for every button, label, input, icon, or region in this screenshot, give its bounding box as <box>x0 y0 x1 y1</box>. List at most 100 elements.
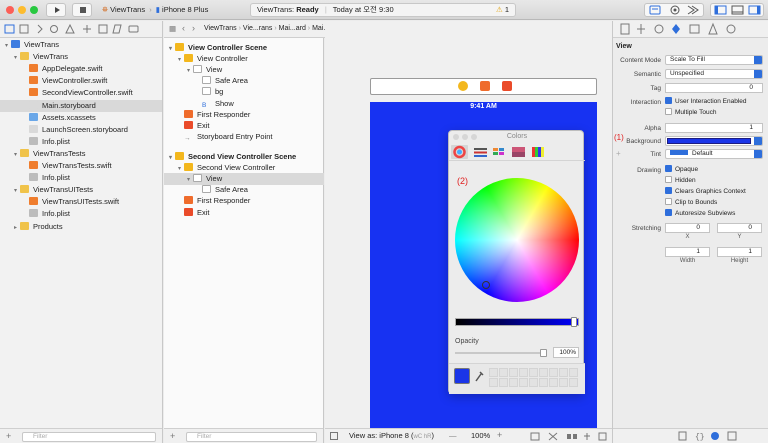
outline-item[interactable]: → Storyboard Entry Point <box>164 131 324 143</box>
zoom-out-button[interactable]: — <box>449 431 457 440</box>
swatch-slot[interactable] <box>539 378 548 387</box>
navigator-item[interactable]: ViewController.swift <box>0 75 162 87</box>
navigator-item[interactable]: ▾ ViewTransUITests <box>0 184 162 196</box>
swatch-slot[interactable] <box>569 378 578 387</box>
zoom-window-button[interactable] <box>30 6 38 14</box>
stop-button[interactable] <box>72 3 92 17</box>
autoresize-checkbox[interactable]: Autoresize Subviews <box>665 209 735 218</box>
sliders-icon[interactable] <box>474 148 487 157</box>
inspector-tab-icons[interactable] <box>613 21 768 37</box>
crayons-icon[interactable] <box>532 147 544 157</box>
opacity-field[interactable]: 100% <box>553 347 579 358</box>
view-as-device-button[interactable]: View as: iPhone 8 (wC hR) <box>349 431 434 440</box>
opaque-checkbox[interactable]: Opaque <box>665 165 698 174</box>
layout-tools-icons[interactable] <box>529 432 609 442</box>
wheel-selection-marker[interactable] <box>482 281 490 289</box>
outline-item-icon <box>175 152 184 160</box>
navigator-item[interactable]: ▸ Products <box>0 221 162 233</box>
outline-item[interactable]: Exit <box>164 207 324 219</box>
brightness-slider-knob[interactable] <box>571 317 577 327</box>
outline-toggle-icon[interactable] <box>330 432 338 440</box>
palette-icon[interactable] <box>493 148 504 155</box>
swatch-slot[interactable] <box>489 378 498 387</box>
swatch-slot[interactable] <box>539 368 548 377</box>
background-color-popup[interactable] <box>665 136 763 146</box>
editor-mode-control[interactable] <box>644 3 704 17</box>
swatch-slot[interactable] <box>509 378 518 387</box>
first-responder-icon[interactable] <box>480 81 490 91</box>
swatch-slot[interactable] <box>519 368 528 377</box>
brightness-slider[interactable] <box>455 317 579 327</box>
navigator-tab-icons[interactable] <box>0 21 163 37</box>
swatch-slot[interactable] <box>529 368 538 377</box>
navigator-item[interactable]: ▾ ViewTrans <box>0 39 162 51</box>
related-items-icon[interactable]: ▦ <box>169 24 176 33</box>
opacity-slider-knob[interactable] <box>540 349 547 357</box>
color-wheel[interactable] <box>455 178 579 302</box>
navigator-item[interactable]: ▾ ViewTransTests <box>0 148 162 160</box>
navigator-item[interactable]: SecondViewController.swift <box>0 87 162 99</box>
swatch-slot[interactable] <box>489 368 498 377</box>
navigator-item[interactable]: Assets.xcassets <box>0 112 162 124</box>
warning-indicator[interactable]: ⚠ 1 <box>496 4 509 16</box>
navigator-item[interactable]: ▾ ViewTrans <box>0 51 162 63</box>
navigator-item[interactable]: Main.storyboard <box>0 99 162 112</box>
swatch-slot[interactable] <box>519 378 528 387</box>
zoom-in-button[interactable]: + <box>497 430 502 440</box>
semantic-popup[interactable]: Unspecified <box>665 69 763 79</box>
navigator-item[interactable]: AppDelegate.swift <box>0 63 162 75</box>
back-icon[interactable]: ‹ <box>182 23 185 33</box>
drawing-label: Drawing <box>637 167 661 174</box>
breadcrumb-segment[interactable]: ViewTrans <box>204 25 237 32</box>
run-button[interactable] <box>46 3 66 17</box>
multiple-touch-checkbox[interactable]: Multiple Touch <box>665 108 716 117</box>
close-window-button[interactable] <box>6 6 14 14</box>
stretch-width-field[interactable]: 1 <box>665 247 710 257</box>
outline-filter-input[interactable]: Filter <box>186 432 317 442</box>
eyedropper-icon[interactable] <box>474 370 484 382</box>
stretch-y-field[interactable]: 0 <box>717 223 762 233</box>
colors-panel[interactable]: Colors (2) Opacity 100% <box>448 130 585 394</box>
opacity-slider[interactable] <box>455 349 547 357</box>
clip-to-bounds-checkbox[interactable]: Clip to Bounds <box>665 198 717 207</box>
minimize-window-button[interactable] <box>18 6 26 14</box>
navigator-item[interactable]: Info.plist <box>0 208 162 220</box>
stretch-height-field[interactable]: 1 <box>717 247 762 257</box>
tint-popup[interactable]: Default <box>665 149 763 159</box>
navigator-item[interactable]: ViewTransTests.swift <box>0 160 162 172</box>
exit-icon[interactable] <box>502 81 512 91</box>
navigator-item[interactable]: LaunchScreen.storyboard <box>0 124 162 136</box>
alpha-field[interactable]: 1 <box>665 123 763 133</box>
current-color-well[interactable] <box>454 368 470 384</box>
add-icon[interactable]: + <box>6 431 11 441</box>
stretch-x-field[interactable]: 0 <box>665 223 710 233</box>
swatch-slot[interactable] <box>549 368 558 377</box>
tag-field[interactable]: 0 <box>665 83 763 93</box>
swatch-slot[interactable] <box>499 368 508 377</box>
panel-toggles[interactable] <box>710 3 764 17</box>
breadcrumb-segment[interactable]: Vie...rans <box>243 25 272 32</box>
swatch-slot[interactable] <box>529 378 538 387</box>
swatch-slot[interactable] <box>569 368 578 377</box>
image-palette-icon[interactable] <box>512 147 525 157</box>
swatch-slot[interactable] <box>559 378 568 387</box>
navigator-item[interactable]: Info.plist <box>0 172 162 184</box>
library-tab-icons[interactable]: {} <box>613 429 768 443</box>
disclosure-icon[interactable]: ▸ <box>11 222 20 234</box>
navigator-item[interactable]: Info.plist <box>0 136 162 148</box>
scheme-selector[interactable]: ⛯ ViewTrans › ▮ iPhone 8 Plus <box>102 4 208 16</box>
content-mode-popup[interactable]: Scale To Fill <box>665 55 763 65</box>
clears-graphics-checkbox[interactable]: Clears Graphics Context <box>665 187 746 196</box>
add-icon[interactable]: + <box>170 431 175 441</box>
swatch-slot[interactable] <box>509 368 518 377</box>
navigator-filter-input[interactable]: Filter <box>22 432 156 442</box>
swatch-slot[interactable] <box>559 368 568 377</box>
forward-icon[interactable]: › <box>192 23 195 33</box>
swatch-slot[interactable] <box>499 378 508 387</box>
navigator-item[interactable]: ViewTransUITests.swift <box>0 196 162 208</box>
breadcrumb-segment[interactable]: Mai...ard <box>279 25 306 32</box>
view-controller-icon[interactable] <box>458 81 468 91</box>
swatch-slot[interactable] <box>549 378 558 387</box>
user-interaction-checkbox[interactable]: User Interaction Enabled <box>665 97 747 106</box>
hidden-checkbox[interactable]: Hidden <box>665 176 696 185</box>
